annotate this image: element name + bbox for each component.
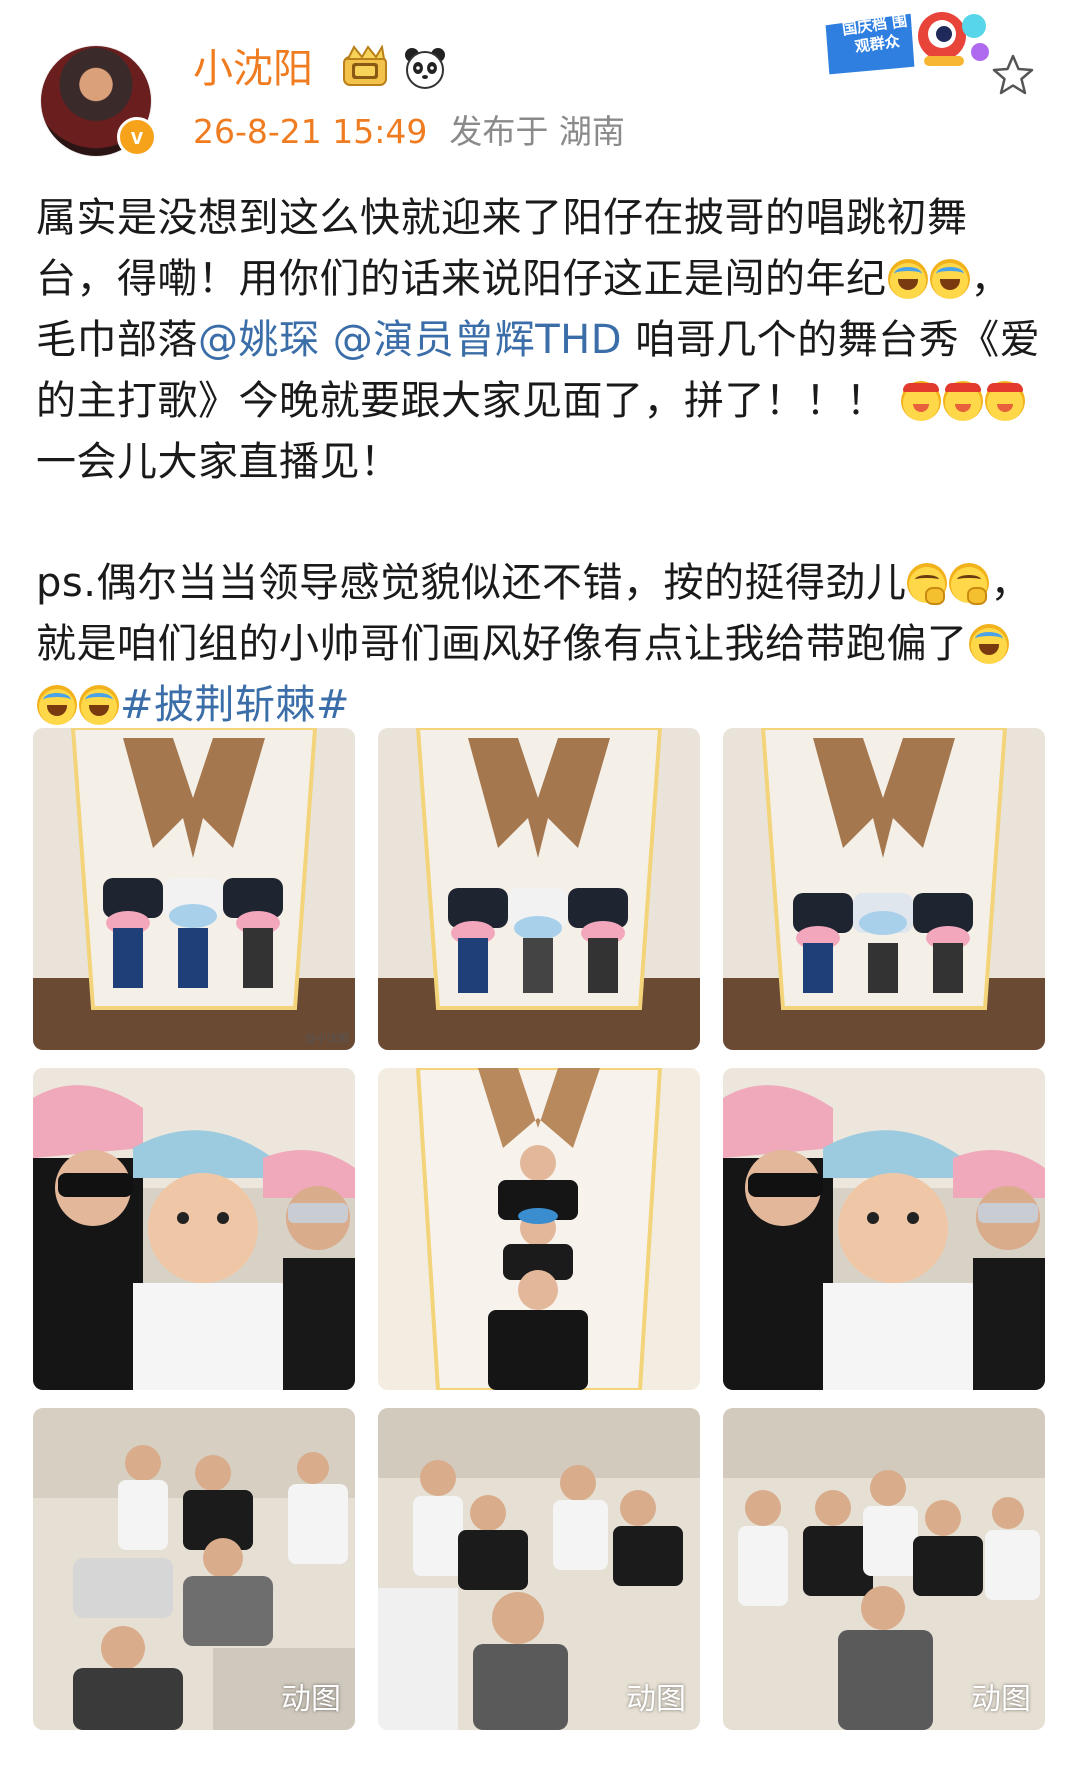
- photo-8[interactable]: 动图: [378, 1408, 700, 1730]
- crown-badge-icon[interactable]: [340, 45, 390, 89]
- panda-badge-icon[interactable]: [402, 45, 448, 91]
- laugh-cry-emoji-icon: [37, 685, 77, 725]
- photo-5[interactable]: [378, 1068, 700, 1390]
- hashtag-link[interactable]: #披荆斩棘#: [120, 682, 350, 728]
- photo-selfie: [33, 1068, 355, 1390]
- photo-stack-pose: [378, 1068, 700, 1390]
- photo-wall-pose: [378, 728, 700, 1050]
- post-location: 发布于 湖南: [449, 112, 625, 151]
- star-icon[interactable]: [990, 52, 1036, 98]
- post-meta: 26-8-21 15:49 发布于 湖南: [193, 110, 625, 154]
- image-watermark: @小沈阳: [305, 1032, 349, 1045]
- gif-label: 动图: [281, 1682, 341, 1717]
- photo-2[interactable]: [378, 728, 700, 1050]
- thinking-emoji-icon: [907, 563, 948, 605]
- photo-1[interactable]: @小沈阳: [33, 728, 355, 1050]
- mention-link[interactable]: @姚琛: [198, 317, 320, 363]
- text-segment: 一会儿大家直播见！: [36, 439, 401, 485]
- photo-3[interactable]: [723, 728, 1045, 1050]
- mention-link[interactable]: @演员曾辉THD: [333, 317, 622, 363]
- laugh-cry-emoji-icon: [79, 685, 119, 725]
- photo-selfie: [723, 1068, 1045, 1390]
- laugh-cry-emoji-icon: [968, 624, 1009, 664]
- post-paragraph-2: ps.偶尔当当领导感觉貌似还不错，按的挺得劲儿 ，就是咱们组的小帅哥们画风好像有点…: [36, 553, 1046, 736]
- laugh-cry-emoji-icon: [887, 259, 928, 299]
- fighting-emoji-icon: [942, 381, 983, 421]
- image-grid: @小沈阳 动图 动图 动图: [33, 728, 1045, 1750]
- photo-7[interactable]: 动图: [33, 1408, 355, 1730]
- verified-badge-icon: v: [117, 117, 157, 157]
- post-header: v 小沈阳 26-8-21 15:49 发布于 湖南 国庆档 围观群众: [0, 0, 1080, 170]
- thinking-emoji-icon: [949, 563, 990, 605]
- gif-label: 动图: [971, 1682, 1031, 1717]
- fighting-emoji-icon: [984, 381, 1025, 421]
- post-time: 26-8-21 15:49: [193, 112, 428, 151]
- photo-wall-pose: [33, 728, 355, 1050]
- photo-6[interactable]: [723, 1068, 1045, 1390]
- text-segment: ps.偶尔当当领导感觉貌似还不错，按的挺得劲儿: [36, 560, 907, 606]
- photo-wall-pose: [723, 728, 1045, 1050]
- text-segment: 属实是没想到这么快就迎来了阳仔在披哥的唱跳初舞台，得嘞！用你们的话来说阳仔这正是…: [36, 195, 968, 302]
- post-paragraph-1: 属实是没想到这么快就迎来了阳仔在披哥的唱跳初舞台，得嘞！用你们的话来说阳仔这正是…: [36, 188, 1046, 493]
- laugh-cry-emoji-icon: [929, 259, 970, 299]
- photo-4[interactable]: [33, 1068, 355, 1390]
- gif-label: 动图: [626, 1682, 686, 1717]
- fighting-emoji-icon: [900, 381, 941, 421]
- photo-9[interactable]: 动图: [723, 1408, 1045, 1730]
- post-text: 属实是没想到这么快就迎来了阳仔在披哥的唱跳初舞台，得嘞！用你们的话来说阳仔这正是…: [36, 188, 1046, 736]
- username[interactable]: 小沈阳: [193, 45, 313, 93]
